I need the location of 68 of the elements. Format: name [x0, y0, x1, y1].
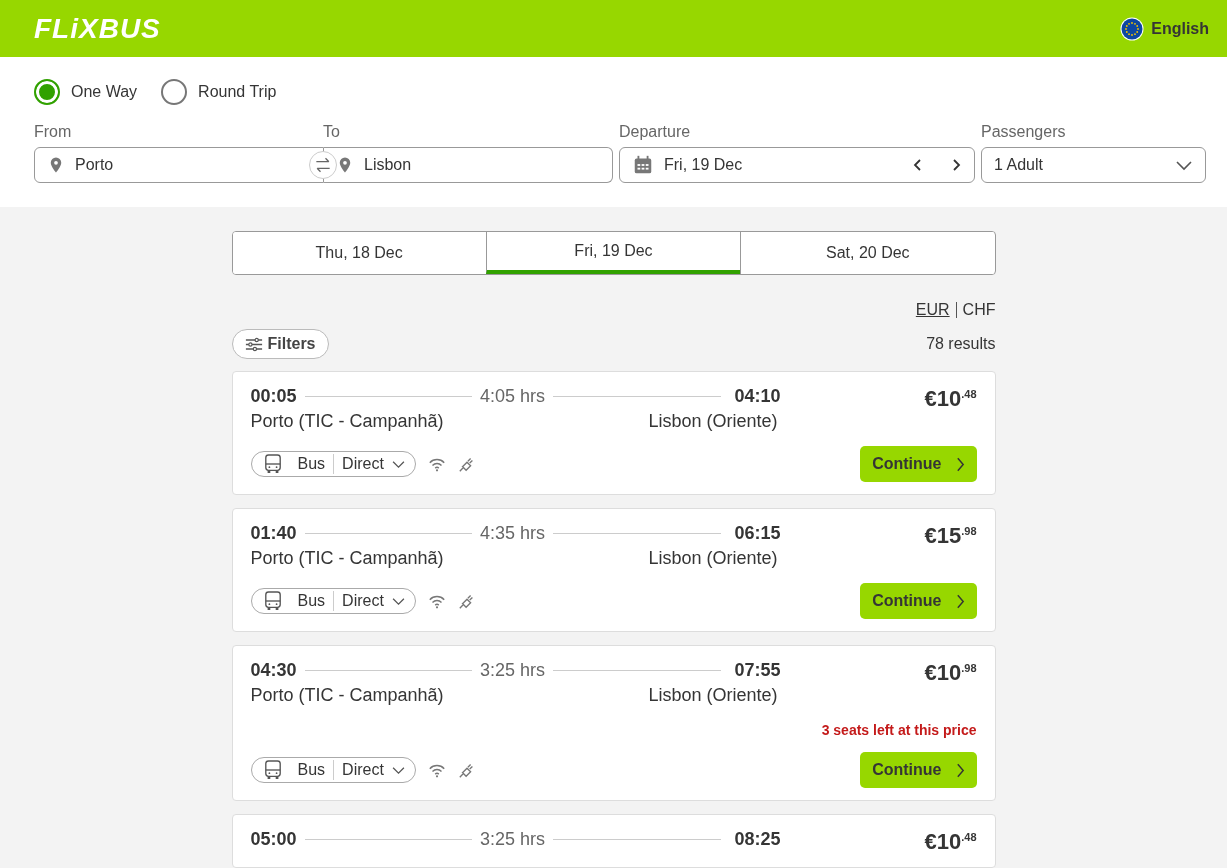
- power-plug-icon: [457, 761, 476, 779]
- power-plug-icon: [457, 455, 476, 473]
- trip-details-toggle[interactable]: Bus Direct: [250, 451, 416, 477]
- date-tab[interactable]: Sat, 20 Dec: [740, 232, 995, 274]
- from-label: From: [34, 123, 73, 141]
- currency-link[interactable]: CHF: [962, 301, 996, 319]
- to-label: To: [323, 123, 340, 141]
- arrival-time: 08:25: [734, 829, 781, 850]
- trip-duration: 3:25 hrs: [480, 660, 546, 681]
- departure-time: 00:05: [250, 386, 297, 407]
- swap-icon: [313, 155, 333, 175]
- calendar-icon: [632, 154, 654, 176]
- trip-type-radio[interactable]: One Way: [34, 79, 138, 105]
- arrival-station: Lisbon (Oriente): [648, 411, 778, 432]
- seats-left-warning: 3 seats left at this price: [820, 722, 977, 738]
- trip-duration: 4:05 hrs: [480, 386, 546, 407]
- passengers-dropdown[interactable]: 1 Adult: [981, 147, 1206, 183]
- passengers-label: Passengers: [981, 123, 1067, 141]
- departure-field[interactable]: Fri, 19 Dec: [619, 147, 975, 183]
- arrival-time: 06:15: [734, 523, 781, 544]
- chevron-right-icon: [955, 456, 965, 472]
- continue-button[interactable]: Continue: [860, 583, 977, 619]
- trip-price: €15$^{.98}$: [924, 523, 977, 550]
- chevron-down-icon: [1175, 159, 1193, 171]
- arrival-time: 07:55: [734, 660, 781, 681]
- chevron-down-icon: [391, 459, 405, 469]
- trip-type-radio[interactable]: Round Trip: [161, 79, 277, 105]
- arrival-time: 04:10: [734, 386, 781, 407]
- bus-icon: [263, 454, 282, 474]
- previous-day-icon[interactable]: [912, 157, 924, 173]
- departure-time: 04:30: [250, 660, 297, 681]
- trip-details-toggle[interactable]: Bus Direct: [250, 757, 416, 783]
- from-field[interactable]: Porto: [34, 147, 324, 183]
- departure-label: Departure: [619, 123, 692, 141]
- date-tab[interactable]: Fri, 19 Dec: [485, 232, 741, 274]
- wifi-icon: [427, 456, 446, 472]
- arrival-station: Lisbon (Oriente): [648, 548, 778, 569]
- trip-duration: 3:25 hrs: [480, 829, 546, 850]
- power-plug-icon: [457, 592, 476, 610]
- trip-price: €10$^{.48}$: [924, 829, 977, 855]
- wifi-icon: [427, 593, 446, 609]
- continue-button[interactable]: Continue: [860, 752, 977, 788]
- next-day-icon[interactable]: [950, 157, 962, 173]
- wifi-icon: [427, 762, 446, 778]
- departure-time: 01:40: [250, 523, 297, 544]
- trip-duration: 4:35 hrs: [480, 523, 546, 544]
- bus-icon: [263, 591, 282, 611]
- continue-button[interactable]: Continue: [860, 446, 977, 482]
- language-selector[interactable]: English: [1116, 16, 1213, 41]
- flag-icon: [1120, 16, 1145, 41]
- departure-time: 05:00: [250, 829, 297, 850]
- departure-station: Porto (TIC - Campanhã): [250, 548, 445, 569]
- departure-station: Porto (TIC - Campanhã): [250, 411, 445, 432]
- trip-price: €10$^{.98}$: [924, 660, 977, 687]
- trip-price: €10$^{.48}$: [924, 386, 977, 413]
- arrival-station: Lisbon (Oriente): [648, 685, 778, 706]
- filters-button[interactable]: Filters: [231, 329, 329, 359]
- chevron-down-icon: [391, 765, 405, 775]
- chevron-right-icon: [955, 762, 965, 778]
- filter-icon: [244, 336, 263, 352]
- bus-icon: [263, 760, 282, 780]
- chevron-right-icon: [955, 593, 965, 609]
- chevron-down-icon: [391, 596, 405, 606]
- currency-link[interactable]: EUR: [915, 301, 950, 319]
- to-field[interactable]: Lisbon: [324, 147, 613, 183]
- departure-station: Porto (TIC - Campanhã): [250, 685, 445, 706]
- trip-details-toggle[interactable]: Bus Direct: [250, 588, 416, 614]
- results-count: 78 results: [926, 335, 996, 353]
